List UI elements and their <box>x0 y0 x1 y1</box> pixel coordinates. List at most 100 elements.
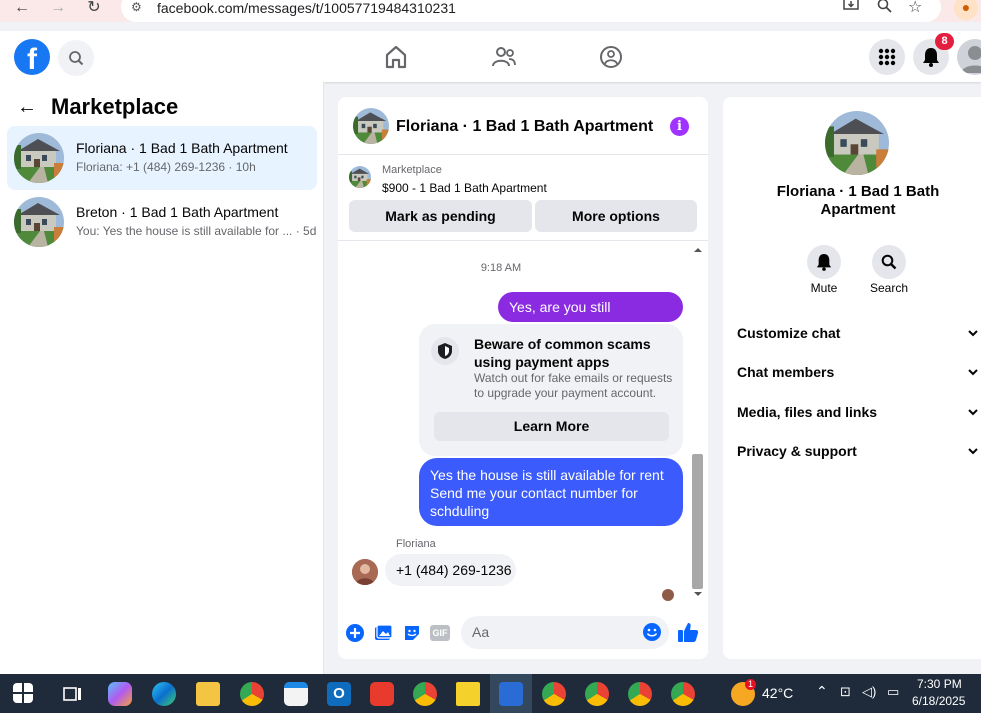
address-bar[interactable]: ⚙ facebook.com/messages/t/10057719484310… <box>121 0 941 22</box>
house-thumbnail <box>14 197 64 247</box>
conversation-preview: Floriana: +1 (484) 269-1236 · 10h <box>76 160 256 174</box>
browser-profile-icon[interactable]: ● <box>954 0 978 20</box>
conversation-list-panel: ← Marketplace Floriana · 1 Bad 1 Bath Ap… <box>0 82 324 674</box>
sticker-icon[interactable] <box>402 623 422 643</box>
scroll-down-icon[interactable] <box>691 589 705 599</box>
forward-arrow-icon[interactable]: → <box>46 0 70 18</box>
url-text[interactable]: facebook.com/messages/t/1005771948431023… <box>157 0 456 16</box>
shield-icon <box>438 343 452 359</box>
thumbs-up-icon[interactable] <box>677 621 699 643</box>
chevron-up-icon[interactable]: ⌃ <box>816 683 828 700</box>
edge-browser-icon[interactable] <box>152 682 176 706</box>
gif-icon[interactable]: GIF <box>430 625 450 641</box>
zoom-icon[interactable] <box>877 0 892 13</box>
task-view-icon[interactable] <box>61 682 85 706</box>
windows-start-icon[interactable] <box>13 683 33 703</box>
weather-alert-badge: 1 <box>745 679 756 690</box>
chat-title[interactable]: Floriana · 1 Bad 1 Bath Apartment <box>396 118 653 136</box>
conversation-item-floriana[interactable]: Floriana · 1 Bad 1 Bath Apartment Floria… <box>7 126 317 190</box>
chrome-profile-icon[interactable] <box>542 682 566 706</box>
weather-temperature[interactable]: 42°C <box>762 685 793 701</box>
reload-icon[interactable]: ↻ <box>82 0 106 18</box>
search-in-chat-button[interactable] <box>872 245 906 279</box>
details-avatar[interactable] <box>825 111 889 175</box>
chevron-down-icon <box>968 369 978 376</box>
chat-header: Floriana · 1 Bad 1 Bath Apartment i <box>338 97 708 155</box>
mute-button[interactable] <box>807 245 841 279</box>
section-customize-chat[interactable]: Customize chat <box>737 325 981 349</box>
speaker-icon[interactable]: ◁) <box>862 684 876 700</box>
more-options-button[interactable]: More options <box>535 200 697 232</box>
file-explorer-icon[interactable] <box>196 682 220 706</box>
site-settings-icon[interactable]: ⚙ <box>131 0 142 14</box>
scam-warning-card: Beware of common scams using payment app… <box>419 324 683 456</box>
section-label: Privacy & support <box>737 443 857 459</box>
bookmark-star-icon[interactable]: ☆ <box>908 0 922 17</box>
listing-title[interactable]: $900 - 1 Bad 1 Bath Apartment <box>382 181 547 195</box>
copilot-icon[interactable] <box>108 682 132 706</box>
friends-icon[interactable] <box>489 43 519 71</box>
scam-warning-body: Watch out for fake emails or requests to… <box>474 371 673 400</box>
conversation-title: Breton · 1 Bad 1 Bath Apartment <box>76 204 279 220</box>
mark-as-pending-button[interactable]: Mark as pending <box>349 200 532 232</box>
section-chat-members[interactable]: Chat members <box>737 364 981 388</box>
section-media-files-links[interactable]: Media, files and links <box>737 404 981 428</box>
back-arrow-icon[interactable]: ← <box>17 96 37 119</box>
photo-icon[interactable] <box>373 623 393 643</box>
scrollbar-thumb[interactable] <box>692 454 703 589</box>
chat-avatar[interactable] <box>353 108 389 144</box>
clock-date[interactable]: 6/18/2025 <box>912 694 965 708</box>
notification-count-badge: 8 <box>935 33 954 50</box>
plus-icon[interactable] <box>345 623 365 643</box>
chat-details-panel: Floriana · 1 Bad 1 Bath Apartment Mute S… <box>723 97 981 659</box>
grid-menu-icon <box>878 48 896 66</box>
windows-taskbar: O 1 42°C ⌃ ⊡ ◁) ▭ 7:30 PM 6/18/2025 <box>0 674 981 713</box>
groups-icon[interactable] <box>596 43 626 71</box>
scroll-up-icon[interactable] <box>691 245 705 255</box>
person-photo <box>352 559 378 585</box>
install-app-icon[interactable] <box>843 0 859 12</box>
home-icon[interactable] <box>381 43 411 71</box>
search-icon <box>881 254 897 270</box>
chrome-profile-icon[interactable] <box>413 682 437 706</box>
menu-button[interactable] <box>869 39 905 75</box>
outgoing-message[interactable]: Yes, are you still interested? <box>498 292 683 345</box>
outgoing-message[interactable]: Yes the house is still available for ren… <box>419 458 683 526</box>
back-arrow-icon[interactable]: ← <box>10 0 34 18</box>
sender-name: Floriana <box>396 538 436 550</box>
emoji-icon[interactable] <box>642 622 662 642</box>
facebook-header: f <box>0 31 981 82</box>
search-label: Search <box>869 281 909 295</box>
sticky-notes-icon[interactable] <box>456 682 480 706</box>
section-privacy-support[interactable]: Privacy & support <box>737 443 981 467</box>
facebook-logo-icon[interactable]: f <box>14 39 50 75</box>
chrome-icon[interactable] <box>240 682 264 706</box>
meet-icon[interactable]: ⊡ <box>840 684 851 700</box>
conversation-item-breton[interactable]: Breton · 1 Bad 1 Bath Apartment You: Yes… <box>7 190 317 254</box>
store-icon[interactable] <box>284 682 308 706</box>
snipping-tool-icon[interactable] <box>499 682 523 706</box>
app-red-icon[interactable] <box>370 682 394 706</box>
chevron-down-icon <box>968 409 978 416</box>
search-button[interactable] <box>58 40 94 76</box>
learn-more-button[interactable]: Learn More <box>434 412 669 441</box>
listing-thumbnail[interactable] <box>349 166 371 188</box>
outlook-icon[interactable]: O <box>327 682 351 706</box>
mute-label: Mute <box>810 281 838 295</box>
clock-time[interactable]: 7:30 PM <box>917 677 962 691</box>
browser-toolbar: ← → ↻ ⚙ facebook.com/messages/t/10057719… <box>0 0 981 22</box>
sender-avatar[interactable] <box>352 559 378 585</box>
message-input[interactable]: Aa <box>461 616 669 649</box>
info-icon[interactable]: i <box>670 117 689 136</box>
chrome-profile-icon[interactable] <box>628 682 652 706</box>
network-icon[interactable]: ▭ <box>887 684 899 700</box>
listing-source-label: Marketplace <box>382 164 442 176</box>
shield-icon-wrap <box>431 337 459 365</box>
search-icon <box>69 51 84 66</box>
message-timestamp: 9:18 AM <box>480 262 522 274</box>
house-thumbnail <box>14 133 64 183</box>
chrome-profile-icon[interactable] <box>585 682 609 706</box>
chrome-profile-icon[interactable] <box>671 682 695 706</box>
incoming-message[interactable]: +1 (484) 269-1236 <box>385 554 516 586</box>
section-label: Media, files and links <box>737 404 878 420</box>
